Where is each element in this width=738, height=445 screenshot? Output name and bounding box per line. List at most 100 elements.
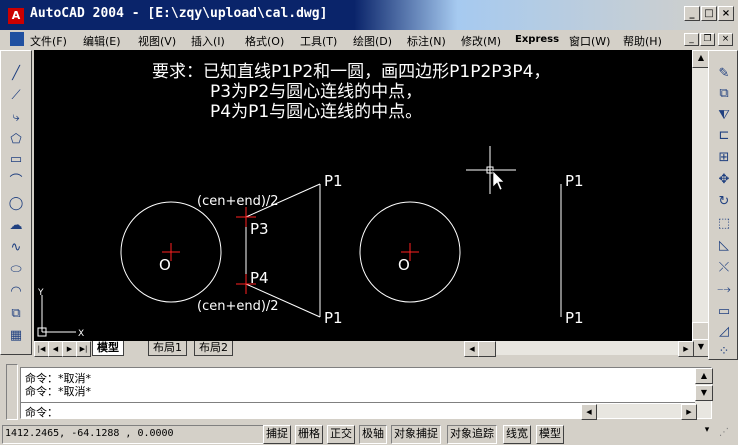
doc-restore-button[interactable]: ❐: [700, 33, 715, 46]
command-prompt[interactable]: 命令：: [25, 404, 58, 420]
lineweight-toggle[interactable]: 线宽: [503, 425, 531, 444]
menu-format[interactable]: 格式(O): [245, 33, 284, 49]
tab-layout1[interactable]: 布局1: [148, 341, 187, 356]
ortho-toggle[interactable]: 正交: [327, 425, 355, 444]
menu-edit[interactable]: 编辑(E): [83, 33, 121, 49]
polyline-icon[interactable]: ⤷: [7, 109, 25, 127]
ellipse-arc-icon[interactable]: ◠: [7, 283, 25, 301]
polygon-icon[interactable]: ⬠: [7, 131, 25, 149]
scroll-right-icon[interactable]: ▶: [678, 341, 694, 357]
insert-block-icon[interactable]: ⧉: [7, 305, 25, 323]
rotate-icon[interactable]: ↻: [715, 193, 733, 211]
drawing-canvas[interactable]: 要求：已知直线P1P2和一圆，画四边形P1P2P3P4， P3为P2与圆心连线的…: [34, 50, 692, 341]
layout-tabs-bar: |◀ ◀ ▶ ▶| 模型 布局1 布局2 ◀ ▶: [34, 341, 694, 357]
left-center-label: O: [159, 256, 171, 274]
erase-icon[interactable]: ✎: [715, 65, 733, 83]
p4-label: P4: [250, 269, 269, 287]
menu-dimension[interactable]: 标注(N): [407, 33, 446, 49]
menu-tools[interactable]: 工具(T): [300, 33, 337, 49]
move-icon[interactable]: ✥: [715, 171, 733, 189]
instruction-line-3: P4为P1与圆心连线的中点。: [210, 102, 422, 122]
menu-draw[interactable]: 绘图(D): [353, 33, 392, 49]
modify-toolbar: ✎ ⧉ ⧨ ⊏ ⊞ ✥ ↻ ⬚ ◺ ⤬ ⤍ ▭ ◿ ⁘: [708, 50, 738, 360]
extend-icon[interactable]: ⤍: [715, 281, 733, 299]
arc-icon[interactable]: ⌒: [7, 173, 25, 191]
ucs-y-label: Y: [37, 288, 44, 298]
command-window-grip[interactable]: [6, 364, 18, 420]
tab-first-icon[interactable]: |◀: [34, 341, 49, 357]
menu-help[interactable]: 帮助(H): [623, 33, 662, 49]
minimize-button[interactable]: _: [684, 6, 700, 21]
spline-icon[interactable]: ∿: [7, 239, 25, 257]
cmd-scroll-up-icon[interactable]: ▲: [695, 368, 713, 384]
command-history-line: 命令：*取消*: [25, 385, 91, 398]
tray-settings-icon[interactable]: ▾: [700, 425, 714, 442]
break-icon[interactable]: ▭: [715, 303, 733, 321]
maximize-button[interactable]: □: [701, 6, 717, 21]
chamfer-icon[interactable]: ◿: [715, 323, 733, 341]
circle-icon[interactable]: ◯: [7, 195, 25, 213]
mouse-pointer-icon: [492, 170, 505, 191]
menu-express[interactable]: Express: [515, 34, 559, 45]
otrack-toggle[interactable]: 对象追踪: [447, 425, 497, 444]
hscroll-thumb[interactable]: [478, 341, 496, 357]
p3-label: P3: [250, 220, 269, 238]
right-p1-top-label: P1: [565, 172, 584, 190]
right-center-label: O: [398, 256, 410, 274]
cmd-scroll-down-icon[interactable]: ▼: [695, 385, 713, 401]
vertical-scrollbar[interactable]: ▲ ▼: [692, 50, 710, 357]
instruction-line-2: P3为P2与圆心连线的中点，: [210, 82, 422, 102]
close-button[interactable]: ×: [718, 6, 734, 21]
autocad-app-icon[interactable]: A: [8, 8, 24, 24]
menu-view[interactable]: 视图(V): [138, 33, 176, 49]
grid-toggle[interactable]: 栅格: [295, 425, 323, 444]
window-title: AutoCAD 2004 - [E:\zqy\upload\cal.dwg]: [30, 6, 328, 21]
command-hscrollbar[interactable]: ◀ ▶: [581, 404, 697, 420]
p1-top-label: P1: [324, 172, 343, 190]
right-p1-bottom-label: P1: [565, 309, 584, 327]
rectangle-icon[interactable]: ▭: [7, 151, 25, 169]
tab-next-icon[interactable]: ▶: [62, 341, 77, 357]
command-scrollbar[interactable]: ▲ ▼: [695, 368, 713, 418]
offset-icon[interactable]: ⊏: [715, 127, 733, 145]
status-bar: 1412.2465, -64.1288 , 0.0000 捕捉 栅格 正交 极轴…: [0, 423, 738, 445]
command-window[interactable]: 命令：*取消* 命令：*取消* 命令： ▲ ▼ ◀ ▶: [20, 367, 713, 420]
line-icon[interactable]: ╱: [7, 65, 25, 83]
mirror-icon[interactable]: ⧨: [715, 107, 733, 125]
instruction-line-1: 要求：已知直线P1P2和一圆，画四边形P1P2P3P4，: [152, 62, 550, 82]
tab-model[interactable]: 模型: [92, 341, 124, 356]
menu-insert[interactable]: 插入(I): [191, 33, 225, 49]
cmd-scroll-left-icon[interactable]: ◀: [581, 404, 597, 420]
trim-icon[interactable]: ⤬: [715, 259, 733, 277]
doc-close-button[interactable]: ×: [718, 33, 733, 46]
menu-modify[interactable]: 修改(M): [461, 33, 501, 49]
ucs-x-label: X: [78, 329, 84, 339]
construction-line-icon[interactable]: ⟋: [7, 87, 25, 105]
polar-toggle[interactable]: 极轴: [359, 425, 387, 444]
horizontal-scrollbar[interactable]: ◀ ▶: [464, 341, 694, 357]
tab-last-icon[interactable]: ▶|: [76, 341, 91, 357]
copy-icon[interactable]: ⧉: [715, 85, 733, 103]
draw-toolbar: ╱ ⟋ ⤷ ⬠ ▭ ⌒ ◯ ☁ ∿ ⬭ ◠ ⧉ ▦: [0, 50, 32, 355]
snap-toggle[interactable]: 捕捉: [263, 425, 291, 444]
cmd-scroll-right-icon[interactable]: ▶: [681, 404, 697, 420]
explode-icon[interactable]: ⁘: [715, 343, 733, 361]
menu-file[interactable]: 文件(F): [30, 33, 67, 49]
p1-bottom-label: P1: [324, 309, 343, 327]
tab-layout2[interactable]: 布局2: [194, 341, 233, 356]
midpoint-formula-top: (cen+end)/2: [197, 194, 279, 209]
array-icon[interactable]: ⊞: [715, 149, 733, 167]
stretch-icon[interactable]: ◺: [715, 237, 733, 255]
doc-minimize-button[interactable]: _: [684, 33, 699, 46]
model-space-toggle[interactable]: 模型: [536, 425, 564, 444]
revision-cloud-icon[interactable]: ☁: [7, 217, 25, 235]
resize-grip-icon[interactable]: ⋰: [716, 427, 732, 442]
tab-prev-icon[interactable]: ◀: [48, 341, 63, 357]
make-block-icon[interactable]: ▦: [7, 327, 25, 345]
midpoint-formula-bottom: (cen+end)/2: [197, 299, 279, 314]
ellipse-icon[interactable]: ⬭: [7, 261, 25, 279]
scale-icon[interactable]: ⬚: [715, 215, 733, 233]
menu-window[interactable]: 窗口(W): [569, 33, 610, 49]
osnap-toggle[interactable]: 对象捕捉: [391, 425, 441, 444]
document-icon[interactable]: [10, 32, 24, 46]
